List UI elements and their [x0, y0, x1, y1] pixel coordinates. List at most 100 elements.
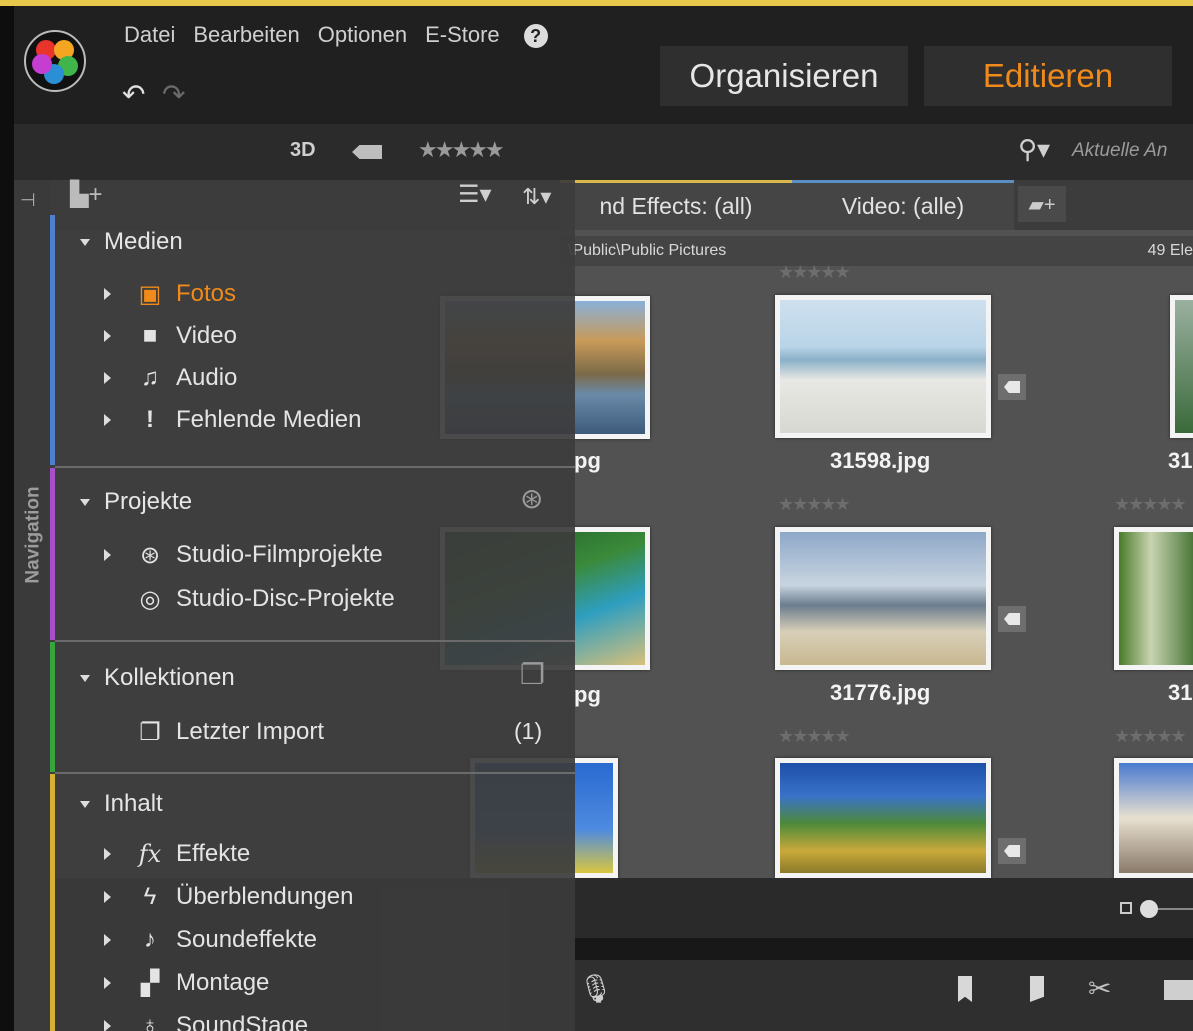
nav-item-fotos[interactable]: Fotos [176, 280, 236, 308]
thumbnail-31598[interactable] [775, 295, 991, 438]
expand-soundstage-icon[interactable] [104, 1020, 111, 1031]
section-divider [55, 772, 575, 774]
lightning-icon: ϟ [143, 883, 157, 910]
expand-montage-icon[interactable] [104, 977, 111, 989]
search-input[interactable]: Aktuelle An [1072, 140, 1167, 162]
add-collection-icon[interactable]: ❐ [520, 658, 545, 691]
nav-item-sound-effects[interactable]: Soundeffekte [176, 926, 317, 954]
undo-icon[interactable]: ↶ [122, 78, 145, 111]
thumbnail-caption: 31 [1168, 680, 1193, 705]
tag-icon[interactable] [998, 838, 1026, 864]
fx-icon: fx [138, 840, 162, 868]
location-tab-sound-effects[interactable]: nd Effects: (all) [560, 180, 792, 230]
menu-estore[interactable]: E-Store [425, 22, 500, 48]
razor-icon[interactable]: ✂ [1088, 972, 1111, 1005]
redo-icon[interactable]: ↷ [162, 78, 185, 111]
thumbnail[interactable] [1114, 527, 1193, 670]
zoom-slider-track[interactable] [1158, 908, 1193, 910]
3d-filter-button[interactable]: 3D [290, 139, 316, 162]
storyboard-icon[interactable] [1164, 980, 1193, 1000]
add-tab-icon[interactable]: ▰+ [1018, 186, 1066, 222]
thumbnail[interactable] [1114, 758, 1193, 878]
expand-missing-icon[interactable] [104, 414, 111, 426]
rating-filter-stars[interactable]: ★★★★★ [418, 137, 505, 163]
menu-optionen[interactable]: Optionen [318, 22, 407, 48]
folder-path: \Public\Public Pictures [568, 242, 727, 259]
tag-icon[interactable] [998, 374, 1026, 400]
film-reel-icon: ⊛ [139, 542, 161, 569]
navigation-sidebar-strip [14, 180, 50, 1031]
sort-icon[interactable]: ⇅▾ [522, 184, 551, 210]
inhalt-accent-bar [50, 774, 55, 1031]
window-left-edge [0, 6, 14, 1031]
soundstage-icon: ♁ [141, 1012, 159, 1031]
nav-item-audio[interactable]: Audio [176, 364, 237, 392]
section-medien[interactable]: Medien [80, 228, 183, 256]
add-folder-icon[interactable]: ▙+ [70, 180, 102, 209]
rating-stars[interactable]: ★★★★★ [778, 726, 851, 747]
search-icon[interactable]: ⚲▾ [1018, 134, 1050, 165]
thumbnail-caption: 31 [1168, 448, 1193, 473]
nav-item-soundstage[interactable]: SoundStage [176, 1012, 308, 1031]
location-tab-video[interactable]: Video: (alle) [792, 180, 1014, 230]
nav-item-missing-media[interactable]: Fehlende Medien [176, 406, 361, 434]
rating-stars[interactable]: ★★★★★ [778, 262, 851, 283]
list-view-icon[interactable]: ☰▾ [458, 180, 492, 209]
library-toolbar [14, 124, 1193, 180]
add-project-icon[interactable]: ⊛ [520, 482, 543, 515]
thumbnail-caption: 31598.jpg [830, 448, 931, 473]
exclamation-icon: ! [146, 406, 154, 433]
collection-icon: ❐ [139, 719, 161, 746]
nav-item-effects[interactable]: Effekte [176, 840, 250, 868]
app-logo-icon[interactable] [24, 30, 86, 92]
camera-icon: ▣ [138, 281, 162, 308]
medien-accent-bar [50, 215, 55, 465]
expand-effects-icon[interactable] [104, 848, 111, 860]
thumbnail[interactable] [1170, 295, 1193, 438]
pin-icon[interactable]: ⊣ [20, 190, 36, 211]
zoom-slider-handle[interactable] [1140, 900, 1158, 918]
thumbnail-caption: 31776.jpg [830, 680, 931, 705]
expand-film-projects-icon[interactable] [104, 549, 111, 561]
thumbnail-31776[interactable] [775, 527, 991, 670]
nav-item-montage[interactable]: Montage [176, 969, 269, 997]
expand-video-icon[interactable] [104, 330, 111, 342]
edit-tab-button[interactable]: Editieren [924, 46, 1172, 106]
expand-fotos-icon[interactable] [104, 288, 111, 300]
organize-tab-button[interactable]: Organisieren [660, 46, 908, 106]
section-projekte[interactable]: Projekte [80, 488, 192, 516]
video-camera-icon: ■ [142, 322, 158, 349]
nav-item-video[interactable]: Video [176, 322, 237, 350]
projekte-accent-bar [50, 468, 55, 640]
expand-sound-effects-icon[interactable] [104, 934, 111, 946]
rating-stars[interactable]: ★★★★★ [1114, 494, 1187, 515]
menu-bar: Datei Bearbeiten Optionen E-Store ? [124, 22, 548, 48]
navigation-tab[interactable]: Navigation [16, 470, 52, 600]
rating-stars[interactable]: ★★★★★ [778, 494, 851, 515]
thumbnail-size-icon [1120, 902, 1132, 914]
library-status-bar [575, 878, 1193, 938]
thumbnail[interactable] [775, 758, 991, 878]
tag-icon[interactable] [998, 606, 1026, 632]
divider [575, 938, 1193, 960]
nav-item-last-import[interactable]: Letzter Import [176, 718, 324, 746]
music-note-icon: ♫ [141, 364, 159, 391]
note-icon: ♪ [144, 926, 156, 953]
help-icon[interactable]: ? [523, 24, 548, 48]
menu-datei[interactable]: Datei [124, 22, 175, 48]
expand-transitions-icon[interactable] [104, 891, 111, 903]
microphone-icon[interactable]: 🎙 [578, 972, 614, 1005]
section-inhalt[interactable]: Inhalt [80, 790, 163, 818]
expand-audio-icon[interactable] [104, 372, 111, 384]
nav-item-film-projects[interactable]: Studio-Filmprojekte [176, 541, 383, 569]
section-divider [55, 466, 575, 468]
menu-bearbeiten[interactable]: Bearbeiten [193, 22, 299, 48]
nav-item-transitions[interactable]: Überblendungen [176, 883, 353, 911]
section-divider [55, 640, 575, 642]
nav-item-disc-projects[interactable]: Studio-Disc-Projekte [176, 585, 395, 613]
thumbnail-caption: pg [574, 448, 601, 473]
section-kollektionen[interactable]: Kollektionen [80, 664, 235, 692]
app-window: Datei Bearbeiten Optionen E-Store ? ↶ ↷ … [0, 0, 1193, 1031]
rating-stars[interactable]: ★★★★★ [1114, 726, 1187, 747]
item-count: 49 Ele [1147, 242, 1193, 259]
